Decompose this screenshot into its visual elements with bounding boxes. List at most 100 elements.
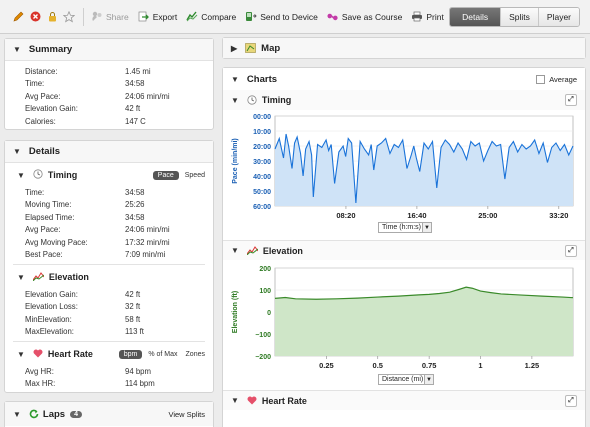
- details-panel: ▼ Details ▼ Timing Pace Speed Time: 34:58…: [4, 140, 214, 393]
- elevation-axis-select-label: Distance (mi): [382, 376, 424, 383]
- map-header[interactable]: ▶ Map: [223, 38, 585, 58]
- elevation-label: Elevation Gain:: [25, 289, 78, 299]
- view-splits-link[interactable]: View Splits: [168, 410, 205, 419]
- export-button[interactable]: Export: [138, 11, 177, 23]
- summary-label: Calories:: [25, 116, 56, 126]
- elevation-chart: 200 100 0 −100 −200 0.25 0.5 0.75 1 1.25 Elevation…: [232, 266, 574, 370]
- collapse-arrow-icon: ▼: [17, 170, 25, 180]
- clock-icon: [247, 95, 257, 105]
- pace-toggle[interactable]: Pace: [152, 170, 179, 180]
- map-title: Map: [261, 42, 281, 54]
- y-tick-label: 00:00: [253, 114, 271, 121]
- timing-title: Timing: [47, 170, 78, 180]
- summary-value: 34:58: [125, 79, 145, 89]
- elevation-row: MaxElevation: 113 ft: [5, 326, 213, 339]
- details-header[interactable]: ▼ Details: [5, 141, 213, 163]
- elevation-chart-title: Elevation: [262, 245, 303, 256]
- summary-value: 42 ft: [125, 104, 141, 114]
- expand-chart-icon[interactable]: ⤢: [565, 394, 577, 407]
- summary-value: 24:06 min/mi: [125, 91, 170, 101]
- heart-rate-chart-title: Heart Rate: [261, 395, 307, 406]
- elevation-value: 42 ft: [125, 289, 141, 299]
- elevation-list: Elevation Gain: 42 ft Elevation Loss: 32 f…: [5, 286, 213, 338]
- timing-value: 24:06 min/mi: [125, 225, 170, 235]
- x-tick-label: 1.25: [525, 361, 540, 370]
- average-label: Average: [549, 74, 577, 84]
- collapse-arrow-icon: ▼: [17, 349, 25, 359]
- elevation-label: Elevation Loss:: [25, 302, 78, 312]
- details-title: Details: [28, 146, 61, 157]
- heart-rate-row: Avg HR: 94 bpm: [5, 365, 213, 378]
- summary-list: Distance: 1.45 mi Time: 34:58 Avg Pace: 24:…: [5, 61, 213, 128]
- share-label: Share: [106, 11, 129, 22]
- export-icon: [138, 11, 150, 23]
- favorite-star-icon[interactable]: [63, 10, 75, 23]
- summary-header[interactable]: ▼ Summary: [5, 39, 213, 61]
- compare-button[interactable]: Compare: [186, 11, 236, 23]
- timing-axis-select-label: Time (h:m:s): [382, 224, 422, 231]
- x-tick-label: 0.75: [422, 361, 437, 370]
- save-as-course-label: Save as Course: [341, 11, 403, 22]
- elevation-section-header[interactable]: ▼ Elevation: [5, 268, 213, 286]
- laps-header[interactable]: ▼ Laps 4 View Splits: [5, 402, 213, 426]
- timing-label: Moving Time:: [25, 200, 72, 210]
- save-as-course-button[interactable]: Save as Course: [327, 11, 402, 23]
- elevation-title: Elevation: [48, 272, 89, 282]
- collapse-arrow-icon: ▼: [17, 272, 25, 282]
- timing-axis-select[interactable]: Time (h:m:s) ▼: [378, 222, 432, 233]
- collapse-arrow-icon: ▼: [13, 45, 21, 54]
- percent-max-toggle[interactable]: % of Max: [148, 351, 177, 358]
- dropdown-arrow-icon: ▼: [422, 223, 431, 232]
- timing-value: 34:58: [125, 187, 145, 197]
- zones-toggle[interactable]: Zones: [186, 351, 205, 358]
- x-tick-label: 33:20: [549, 211, 568, 220]
- timing-row: Moving Time: 25:26: [5, 199, 213, 212]
- print-button[interactable]: Print: [411, 11, 444, 23]
- timing-chart-header[interactable]: ▼ Timing ⤢: [223, 90, 585, 110]
- send-to-device-button[interactable]: Send to Device: [245, 11, 318, 23]
- expand-chart-icon[interactable]: ⤢: [565, 94, 577, 106]
- expand-chart-icon[interactable]: ⤢: [565, 244, 577, 257]
- collapse-arrow-icon: ▼: [13, 409, 21, 419]
- charts-title: Charts: [246, 73, 278, 85]
- toolbar: Share Export Compare Send to Device Save…: [0, 0, 590, 34]
- share-button[interactable]: Share: [91, 11, 129, 23]
- edit-pencil-icon[interactable]: [12, 11, 24, 23]
- timing-section-header[interactable]: ▼ Timing Pace Speed: [5, 166, 213, 184]
- timing-row: Avg Pace: 24:06 min/mi: [5, 224, 213, 237]
- heart-rate-chart-header[interactable]: ▼ Heart Rate ⤢: [223, 390, 585, 410]
- view-tab-player[interactable]: Player: [537, 8, 579, 26]
- printer-icon: [411, 11, 423, 23]
- map-panel: ▶ Map: [222, 37, 586, 59]
- timing-value: 34:58: [125, 212, 145, 222]
- y-tick-label: 10:00: [253, 129, 271, 136]
- delete-icon[interactable]: [29, 11, 41, 23]
- charts-header[interactable]: ▼ Charts Average: [223, 68, 585, 90]
- view-tab-details[interactable]: Details: [450, 8, 501, 26]
- share-icon: [91, 11, 103, 23]
- laps-count-badge: 4: [70, 410, 83, 418]
- heart-rate-value: 114 bpm: [125, 379, 155, 389]
- y-tick-label: 20:00: [253, 144, 271, 151]
- elevation-row: Elevation Loss: 32 ft: [5, 301, 213, 314]
- summary-value: 1.45 mi: [125, 66, 151, 76]
- summary-value: 147 C: [125, 116, 146, 126]
- summary-row: Calories: 147 C: [5, 115, 213, 128]
- speed-toggle[interactable]: Speed: [185, 172, 205, 179]
- collapse-arrow-icon: ▼: [231, 396, 239, 405]
- view-tab-splits[interactable]: Splits: [500, 8, 538, 26]
- summary-row: Distance: 1.45 mi: [5, 65, 213, 78]
- bpm-toggle[interactable]: bpm: [118, 349, 143, 359]
- y-tick-label: 60:00: [253, 204, 271, 211]
- collapse-arrow-icon: ▼: [231, 246, 239, 255]
- elevation-label: MinElevation:: [25, 314, 72, 324]
- elevation-chart-header[interactable]: ▼ Elevation ⤢: [223, 240, 585, 260]
- elevation-axis-select[interactable]: Distance (mi) ▼: [378, 374, 434, 385]
- heart-rate-section-header[interactable]: ▼ Heart Rate bpm % of Max Zones: [5, 345, 213, 363]
- average-checkbox[interactable]: [536, 74, 546, 84]
- y-tick-label: 50:00: [253, 189, 271, 196]
- dropdown-arrow-icon: ▼: [424, 375, 433, 384]
- privacy-lock-icon[interactable]: [46, 11, 58, 23]
- y-axis-label: Pace (min/mi): [232, 138, 239, 184]
- timing-label: Best Pace:: [25, 250, 63, 260]
